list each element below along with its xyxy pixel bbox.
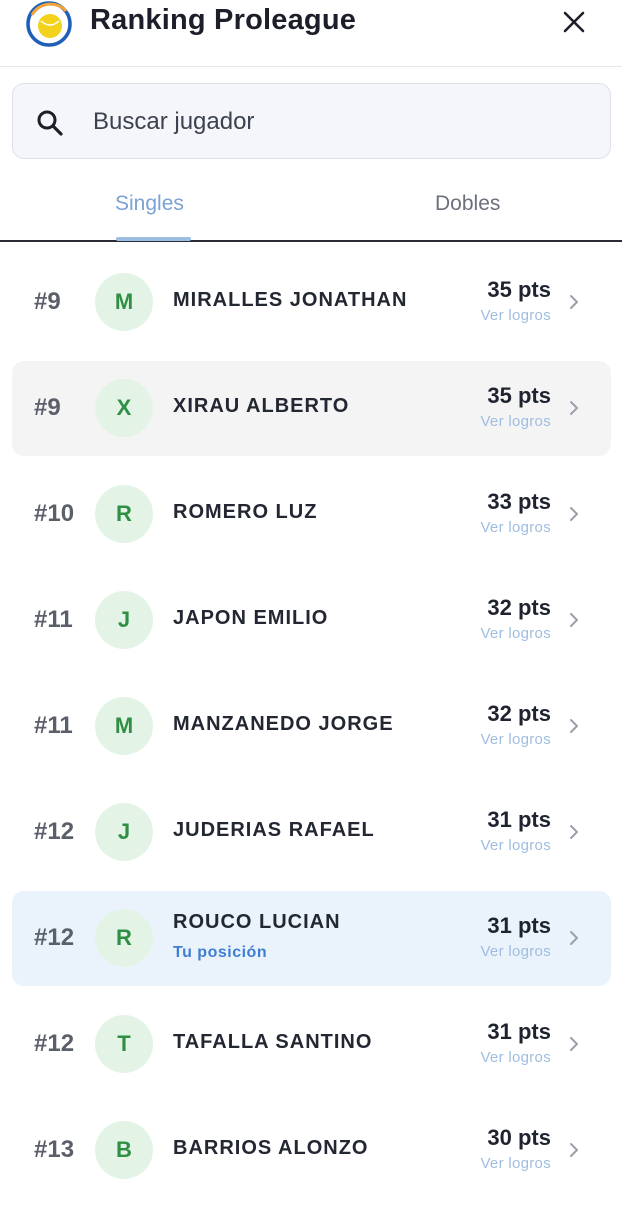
avatar: J: [95, 591, 153, 649]
avatar: J: [95, 803, 153, 861]
player-name: ROUCO LUCIAN: [173, 911, 341, 933]
rank-number: #11: [34, 606, 73, 633]
search-input[interactable]: [93, 104, 573, 140]
chevron-right-icon: [570, 719, 578, 733]
ver-logros-link[interactable]: Ver logros: [480, 943, 551, 960]
chevron-right-icon: [570, 825, 578, 839]
chevron-right-icon: [570, 295, 578, 309]
player-points: 30 pts: [487, 1125, 551, 1150]
rank-number: #9: [34, 288, 61, 315]
player-name: XIRAU ALBERTO: [173, 395, 350, 417]
player-points: 33 pts: [487, 489, 551, 514]
player-points: 32 pts: [487, 595, 551, 620]
player-row[interactable]: #12 T TAFALLA SANTINO 31 pts Ver logros: [12, 997, 611, 1092]
player-row[interactable]: #12 J JUDERIAS RAFAEL 31 pts Ver logros: [12, 785, 611, 880]
rank-number: #9: [34, 394, 61, 421]
player-points: 31 pts: [487, 807, 551, 832]
rank-number: #12: [34, 924, 75, 951]
rank-number: #12: [34, 1030, 75, 1057]
player-name: TAFALLA SANTINO: [173, 1031, 373, 1053]
chevron-right-icon: [570, 507, 578, 521]
chevron-right-icon: [570, 1143, 578, 1157]
ver-logros-link[interactable]: Ver logros: [480, 625, 551, 642]
player-row[interactable]: #10 R ROMERO LUZ 33 pts Ver logros: [12, 467, 611, 562]
player-row[interactable]: #11 M MANZANEDO JORGE 32 pts Ver logros: [12, 679, 611, 774]
close-icon[interactable]: [558, 6, 590, 38]
tab-singles[interactable]: Singles: [115, 192, 184, 216]
ver-logros-link[interactable]: Ver logros: [480, 1049, 551, 1066]
avatar: X: [95, 379, 153, 437]
tennis-ball-icon: [26, 1, 72, 47]
search-bar: [12, 83, 611, 159]
rank-number: #11: [34, 712, 73, 739]
player-points: 31 pts: [487, 1019, 551, 1044]
ver-logros-link[interactable]: Ver logros: [480, 519, 551, 536]
page-title: Ranking Proleague: [90, 4, 357, 36]
player-name: BARRIOS ALONZO: [173, 1137, 369, 1159]
avatar: R: [95, 485, 153, 543]
avatar: T: [95, 1015, 153, 1073]
player-row[interactable]: #13 B BARRIOS ALONZO 30 pts Ver logros: [12, 1103, 611, 1198]
player-points: 32 pts: [487, 701, 551, 726]
player-points: 35 pts: [487, 277, 551, 302]
ver-logros-link[interactable]: Ver logros: [480, 413, 551, 430]
chevron-right-icon: [570, 613, 578, 627]
chevron-right-icon: [570, 931, 578, 945]
tab-dobles[interactable]: Dobles: [435, 192, 500, 216]
player-name: MANZANEDO JORGE: [173, 713, 394, 735]
ver-logros-link[interactable]: Ver logros: [480, 837, 551, 854]
player-row[interactable]: #12 R ROUCO LUCIAN Tu posición 31 pts Ver log…: [12, 891, 611, 986]
player-row[interactable]: #9 X XIRAU ALBERTO 35 pts Ver logros: [12, 361, 611, 456]
rank-number: #12: [34, 818, 75, 845]
search-icon: [37, 110, 63, 136]
player-points: 35 pts: [487, 383, 551, 408]
player-name: MIRALLES JONATHAN: [173, 289, 408, 311]
tab-bar: Singles Dobles: [0, 175, 622, 242]
active-tab-indicator: [116, 237, 191, 241]
your-position-label: Tu posición: [173, 944, 268, 961]
player-name: ROMERO LUZ: [173, 501, 318, 523]
ver-logros-link[interactable]: Ver logros: [480, 731, 551, 748]
player-name: JUDERIAS RAFAEL: [173, 819, 375, 841]
avatar: B: [95, 1121, 153, 1179]
player-name: JAPON EMILIO: [173, 607, 329, 629]
chevron-right-icon: [570, 401, 578, 415]
app-header: Ranking Proleague: [0, 0, 622, 67]
rank-number: #13: [34, 1136, 75, 1163]
player-points: 31 pts: [487, 913, 551, 938]
avatar: M: [95, 697, 153, 755]
player-row[interactable]: #11 J JAPON EMILIO 32 pts Ver logros: [12, 573, 611, 668]
chevron-right-icon: [570, 1037, 578, 1051]
ver-logros-link[interactable]: Ver logros: [480, 1155, 551, 1172]
player-row[interactable]: #9 M MIRALLES JONATHAN 35 pts Ver logros: [12, 255, 611, 350]
ver-logros-link[interactable]: Ver logros: [480, 307, 551, 324]
rank-number: #10: [34, 500, 75, 527]
avatar: M: [95, 273, 153, 331]
avatar: R: [95, 909, 153, 967]
